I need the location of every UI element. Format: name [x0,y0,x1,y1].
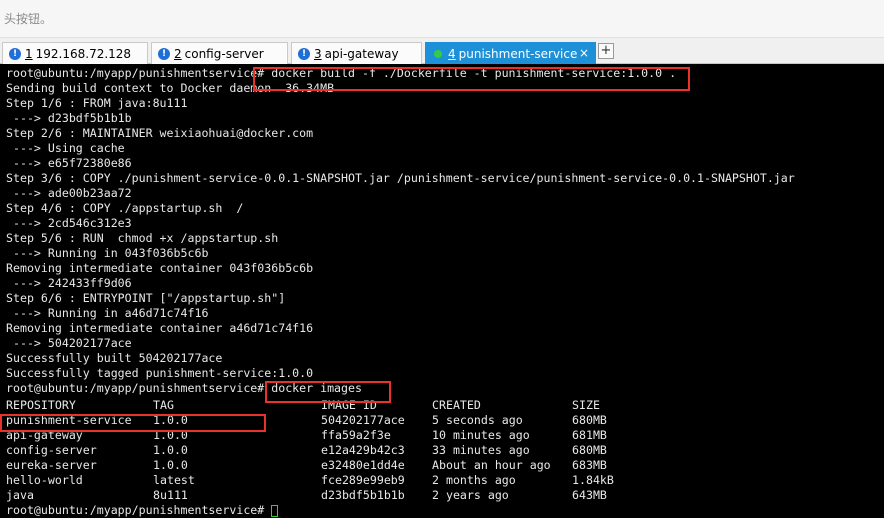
tab-label: 192.168.72.128 [35,46,132,61]
table-cell: 683MB [572,458,607,472]
table-cell: 1.0.0 [153,428,188,442]
table-cell: 33 minutes ago [432,443,530,457]
terminal-line: ---> Running in 043f036b5c6b [6,246,209,260]
warning-icon: ! [9,47,21,60]
terminal-line: ---> d23bdf5b1b1b [6,111,132,125]
table-cell: 680MB [572,443,607,457]
terminal-line: ---> 2cd546c312e3 [6,216,132,230]
warning-icon: ! [298,47,310,60]
terminal-line: ---> 504202177ace [6,336,132,350]
docker-images-table: REPOSITORY TAG IMAGE ID CREATED SIZE pun… [6,398,614,518]
tab-label: api-gateway [324,46,399,61]
table-row: eureka-server 1.0.0 e32480e1dd4e About a… [6,458,614,473]
table-cell: About an hour ago [432,458,551,472]
table-cell: latest [153,473,195,487]
table-cell: 2 years ago [432,488,509,502]
close-tab-icon[interactable]: × [579,46,589,60]
table-cell: eureka-server [6,458,97,472]
tab-number: 1 [25,46,33,61]
table-cell: config-server [6,443,97,457]
table-row: config-server 1.0.0 e12a429b42c3 33 minu… [6,443,614,458]
table-cell: ffa59a2f3e [321,428,391,442]
terminal-line: ---> e65f72380e86 [6,156,132,170]
table-cell: hello-world [6,473,83,487]
terminal-line: Removing intermediate container 043f036b… [6,261,314,275]
terminal-line: Removing intermediate container a46d71c7… [6,321,314,335]
terminal-line: root@ubuntu:/myapp/punishmentservice# do… [6,381,362,395]
column-header: IMAGE ID [321,398,377,412]
terminal-line: Step 2/6 : MAINTAINER weixiaohuai@docker… [6,126,314,140]
table-cell: 681MB [572,428,607,442]
table-cell: fce289e99eb9 [321,473,405,487]
table-cell: api-gateway [6,428,83,442]
table-cell: 10 minutes ago [432,428,530,442]
hint-bar: 头按钮。 [0,0,884,38]
terminal-line: Step 5/6 : RUN chmod +x /appstartup.sh [6,231,279,245]
terminal-line: ---> ade00b23aa72 [6,186,132,200]
table-header-row: REPOSITORY TAG IMAGE ID CREATED SIZE [6,398,614,413]
table-row: java 8u111 d23bdf5b1b1b 2 years ago 643M… [6,488,614,503]
terminal-line: Step 3/6 : COPY ./punishment-service-0.0… [6,171,795,185]
add-tab-button[interactable]: + [598,43,614,59]
tab-session-4[interactable]: 4 punishment-service × [425,42,596,64]
table-cell: 1.0.0 [153,458,188,472]
table-row: punishment-service 1.0.0 504202177ace 5 … [6,413,614,428]
terminal-line: Successfully built 504202177ace [6,351,223,365]
table-cell: 8u111 [153,488,188,502]
terminal-line: ---> Running in a46d71c74f16 [6,306,209,320]
tab-session-1[interactable]: ! 1 192.168.72.128 [2,42,148,64]
tab-number: 3 [314,46,322,61]
table-cell: 1.84kB [572,473,614,487]
shell-prompt: root@ubuntu:/myapp/punishmentservice# [6,503,272,517]
table-cell: 504202177ace [321,413,405,427]
terminal-line: Step 1/6 : FROM java:8u111 [6,96,188,110]
table-row: hello-world latest fce289e99eb9 2 months… [6,473,614,488]
terminal-line: Successfully tagged punishment-service:1… [6,366,314,380]
tab-number: 2 [174,46,182,61]
table-cell: punishment-service [6,413,132,427]
table-row: api-gateway 1.0.0 ffa59a2f3e 10 minutes … [6,428,614,443]
tab-session-3[interactable]: ! 3 api-gateway [291,42,422,64]
hint-text: 头按钮。 [4,12,53,26]
table-row: root@ubuntu:/myapp/punishmentservice# [6,503,614,518]
column-header: REPOSITORY [6,398,76,412]
prompt-line: root@ubuntu:/myapp/punishmentservice# [6,503,614,518]
terminal-line: Sending build context to Docker daemon 3… [6,81,335,95]
table-cell: e32480e1dd4e [321,458,405,472]
tab-label: punishment-service [458,46,578,61]
tab-number: 4 [448,46,456,61]
session-tab-bar: ! 1 192.168.72.128 ! 2 config-server ! 3… [0,38,884,64]
terminal-line: ---> Using cache [6,141,125,155]
connected-dot-icon [434,49,442,58]
cursor-icon [271,504,279,517]
table-cell: d23bdf5b1b1b [321,488,405,502]
table-cell: 643MB [572,488,607,502]
table-cell: 5 seconds ago [432,413,523,427]
table-cell: 1.0.0 [153,413,188,427]
terminal-line: Step 4/6 : COPY ./appstartup.sh / [6,201,244,215]
table-cell: 2 months ago [432,473,516,487]
warning-icon: ! [158,47,170,60]
table-cell: 680MB [572,413,607,427]
table-cell: e12a429b42c3 [321,443,405,457]
column-header: TAG [153,398,174,412]
table-cell: java [6,488,34,502]
terminal-line: root@ubuntu:/myapp/punishmentservice# do… [6,66,677,80]
table-cell: 1.0.0 [153,443,188,457]
terminal-line: Step 6/6 : ENTRYPOINT ["/appstartup.sh"] [6,291,286,305]
column-header: CREATED [432,398,481,412]
column-header: SIZE [572,398,600,412]
tab-label: config-server [184,46,264,61]
tab-session-2[interactable]: ! 2 config-server [151,42,288,64]
terminal-line: ---> 242433ff9d06 [6,276,132,290]
